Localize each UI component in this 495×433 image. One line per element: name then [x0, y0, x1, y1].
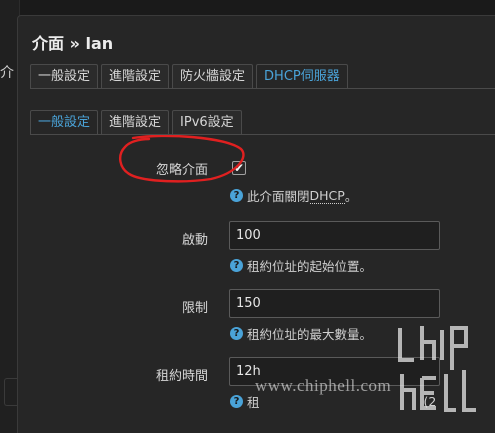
ignore-interface-help: ? 此介面關閉 DHCP。 [230, 186, 357, 205]
start-help-text: 租約位址的起始位置。 [247, 259, 373, 274]
tab-dhcp-server[interactable]: DHCP伺服器 [256, 64, 348, 88]
tabs-divider [30, 88, 495, 89]
info-icon: ? [230, 395, 243, 408]
subtabs-divider [30, 134, 495, 135]
tab-advanced[interactable]: 進階設定 [101, 64, 170, 88]
info-icon: ? [230, 189, 243, 202]
sub-tabs: 一般設定 進階設定 IPv6設定 [30, 110, 242, 134]
background-page-title: 介 [0, 65, 14, 81]
limit-help: ? 租約位址的最大數量。 [230, 324, 372, 343]
chiphell-logo-icon [398, 326, 476, 412]
ignore-interface-label: 忽略介面 [155, 163, 208, 178]
ignore-interface-checkbox[interactable]: ✔ [232, 161, 246, 175]
main-tabs: 一般設定 進階設定 防火牆設定 DHCP伺服器 [30, 64, 348, 88]
modal-title: 介面 » lan [32, 34, 114, 53]
ignore-help-prefix: 此介面關閉 [247, 189, 310, 204]
limit-label: 限制 [181, 301, 208, 316]
start-help: ? 租約位址的起始位置。 [230, 256, 372, 275]
limit-help-text: 租約位址的最大數量。 [247, 327, 373, 342]
info-icon: ? [230, 327, 243, 340]
tab-general[interactable]: 一般設定 [30, 64, 99, 88]
tab-firewall[interactable]: 防火牆設定 [172, 64, 254, 88]
ignore-help-suffix: 。 [344, 189, 358, 204]
limit-input[interactable]: 150 [229, 289, 440, 318]
start-input[interactable]: 100 [229, 221, 440, 250]
subtab-advanced[interactable]: 進階設定 [101, 110, 170, 134]
subtab-general[interactable]: 一般設定 [30, 110, 99, 134]
subtab-ipv6[interactable]: IPv6設定 [172, 110, 242, 134]
info-icon: ? [230, 259, 243, 272]
watermark-text: www.chiphell.com [255, 376, 392, 395]
leasetime-label: 租約時間 [155, 369, 208, 384]
start-label: 啟動 [181, 233, 208, 248]
dhcp-abbr: DHCP [309, 187, 345, 204]
